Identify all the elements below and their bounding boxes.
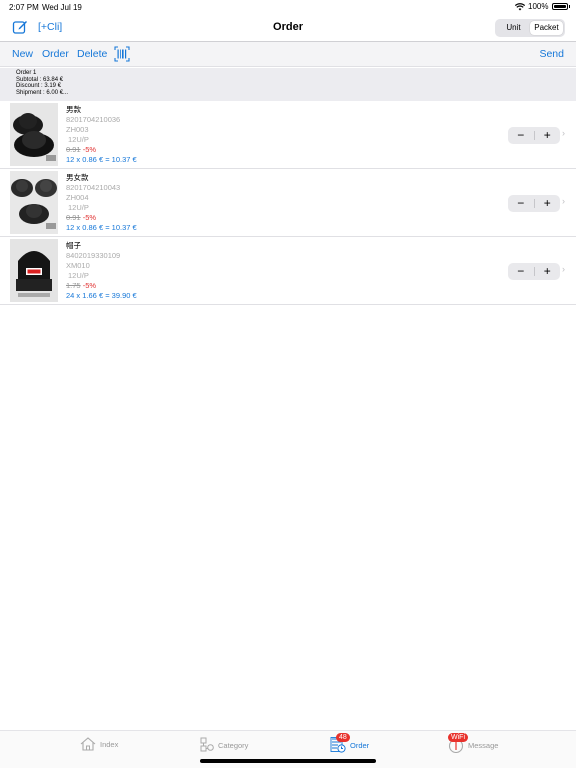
category-icon	[200, 737, 214, 752]
home-icon	[80, 737, 96, 751]
tab-message[interactable]: Message WiFi	[448, 733, 499, 753]
increment-button[interactable]: +	[535, 127, 561, 144]
decrement-button[interactable]: −	[508, 127, 534, 144]
order-button[interactable]: Order	[42, 48, 69, 60]
item-details: 男女款 8201704210043 ZH004 12U/P 0.91 -5% 1…	[66, 173, 137, 233]
tab-category-label: Category	[218, 740, 249, 750]
tab-index[interactable]: Index	[80, 737, 118, 751]
home-indicator	[200, 759, 376, 763]
item-barcode: 8201704210043	[66, 183, 121, 192]
tab-order[interactable]: Order 48	[330, 733, 370, 753]
quantity-stepper: − +	[508, 127, 560, 144]
item-pack: 12U/P	[68, 271, 89, 280]
item-reference: ZH003	[66, 125, 89, 134]
barcode-scan-icon[interactable]	[114, 46, 130, 62]
tab-message-label: Message	[468, 740, 499, 750]
item-details: 男款 8201704210036 ZH003 12U/P 0.91 -5% 12…	[66, 105, 137, 165]
page-title: Order	[273, 21, 303, 33]
order-item-row[interactable]: 帽子 8402019330109 XM010 12U/P 1.75 -5% 24…	[0, 237, 576, 305]
item-total: 12 x 0.86 € = 10.37 €	[66, 155, 137, 164]
wifi-icon	[515, 2, 526, 10]
order-item-row[interactable]: 男款 8201704210036 ZH003 12U/P 0.91 -5% 12…	[0, 101, 576, 169]
item-total: 12 x 0.86 € = 10.37 €	[66, 223, 137, 232]
order-item-row[interactable]: 男女款 8201704210043 ZH004 12U/P 0.91 -5% 1…	[0, 169, 576, 237]
item-discount: -5%	[82, 145, 97, 154]
new-button[interactable]: New	[12, 48, 33, 60]
item-barcode: 8402019330109	[66, 251, 121, 260]
item-total: 24 x 1.66 € = 39.90 €	[66, 291, 137, 300]
increment-button[interactable]: +	[535, 195, 561, 212]
product-image	[10, 239, 58, 302]
battery-percent: 100%	[528, 2, 549, 11]
status-time: 2:07 PM	[9, 3, 39, 12]
item-details: 帽子 8402019330109 XM010 12U/P 1.75 -5% 24…	[66, 241, 137, 301]
status-bar: 2:07 PM Wed Jul 19 100%	[0, 0, 576, 14]
segment-unit[interactable]: Unit	[497, 21, 530, 35]
product-image	[10, 103, 58, 166]
delete-button[interactable]: Delete	[77, 48, 107, 60]
item-reference: XM010	[66, 261, 90, 270]
quantity-stepper: − +	[508, 195, 560, 212]
item-old-price: 0.91	[66, 213, 81, 222]
battery-tip	[568, 5, 570, 8]
tab-order-label: Order	[350, 740, 370, 750]
chevron-right-icon[interactable]: ›	[562, 264, 565, 274]
item-name: 男款	[66, 105, 81, 114]
item-name: 帽子	[66, 241, 81, 250]
battery-icon	[551, 3, 568, 10]
order-count-badge: 48	[336, 733, 350, 742]
send-button[interactable]: Send	[539, 48, 564, 60]
segment-packet[interactable]: Packet	[530, 21, 563, 35]
decrement-button[interactable]: −	[508, 195, 534, 212]
decrement-button[interactable]: −	[508, 263, 534, 280]
item-barcode: 8201704210036	[66, 115, 121, 124]
quantity-stepper: − +	[508, 263, 560, 280]
item-old-price: 0.91	[66, 145, 81, 154]
item-name: 男女款	[66, 173, 89, 182]
increment-button[interactable]: +	[535, 263, 561, 280]
status-date: Wed Jul 19	[42, 3, 82, 12]
item-discount: -5%	[82, 213, 97, 222]
order-shipment: Shipment : 6.00 €...	[16, 89, 69, 96]
order-toolbar: New Order Delete Send	[0, 42, 576, 67]
navigation-bar: [+Cli] Order Unit Packet	[0, 14, 576, 42]
wifi-badge: WiFi	[448, 733, 468, 742]
item-old-price: 1.75	[66, 281, 81, 290]
item-pack: 12U/P	[68, 135, 89, 144]
item-discount: -5%	[82, 281, 97, 290]
item-pack: 12U/P	[68, 203, 89, 212]
item-reference: ZH004	[66, 193, 89, 202]
product-image	[10, 171, 58, 234]
tab-index-label: Index	[100, 739, 119, 749]
chevron-right-icon[interactable]: ›	[562, 128, 565, 138]
tab-category[interactable]: Category	[200, 737, 248, 753]
order-summary: Order 1 Subtotal : 63.84 € Discount : 3.…	[0, 68, 576, 101]
unit-packet-segmented-control: Unit Packet	[495, 19, 565, 37]
chevron-right-icon[interactable]: ›	[562, 196, 565, 206]
status-right: 100%	[515, 2, 570, 11]
